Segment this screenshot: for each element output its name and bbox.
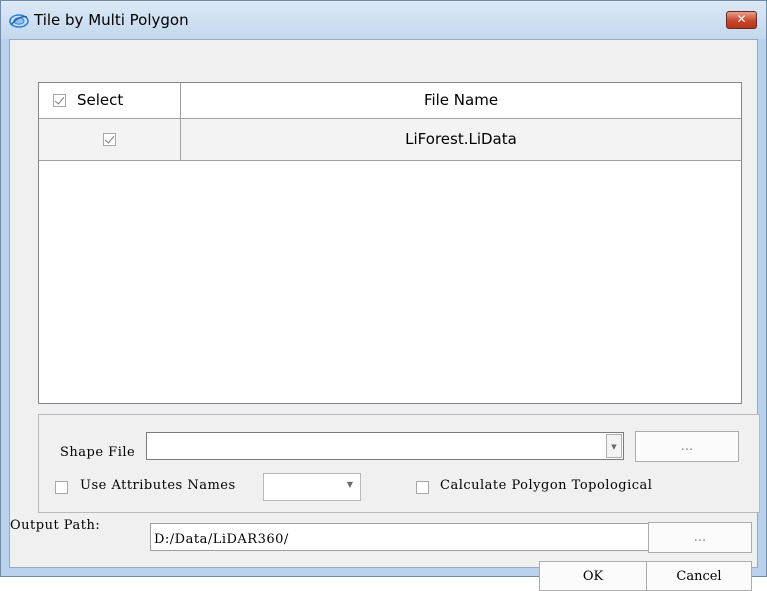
column-header-select[interactable]: Select	[39, 83, 181, 118]
lidar-app-icon	[9, 14, 29, 28]
column-select-label: Select	[77, 91, 124, 109]
ok-button[interactable]: OK	[539, 561, 647, 591]
cancel-button[interactable]: Cancel	[646, 561, 752, 591]
calculate-topology-label: Calculate Polygon Topological	[440, 478, 653, 493]
row-select-cell	[39, 119, 181, 160]
file-table: Select File Name LiForest.LiData	[38, 82, 742, 404]
output-path-input[interactable]: D:/Data/LiDAR360/	[150, 523, 655, 551]
shape-file-group: Shape File ▼ ... Use Attributes Names ▼ …	[38, 414, 760, 513]
close-button[interactable]: ✕	[726, 11, 757, 29]
use-attributes-checkbox[interactable]	[55, 481, 68, 494]
output-path-browse-button[interactable]: ...	[648, 522, 752, 553]
attribute-names-combo[interactable]: ▼	[263, 473, 361, 501]
select-all-checkbox[interactable]	[53, 94, 66, 107]
dialog-body: Select File Name LiForest.LiData Shape F…	[9, 39, 760, 591]
table-header: Select File Name	[39, 83, 741, 119]
calculate-topology-checkbox[interactable]	[416, 481, 429, 494]
output-path-label: Output Path:	[10, 518, 101, 533]
title-bar[interactable]: Tile by Multi Polygon ✕	[1, 1, 766, 39]
table-row[interactable]: LiForest.LiData	[39, 119, 741, 161]
chevron-down-icon[interactable]: ▼	[606, 434, 622, 458]
row-checkbox[interactable]	[103, 133, 116, 146]
dialog-window: Tile by Multi Polygon ✕ Select File Name…	[0, 0, 767, 591]
close-icon: ✕	[736, 12, 747, 26]
output-path-value: D:/Data/LiDAR360/	[154, 532, 289, 547]
dialog-title: Tile by Multi Polygon	[34, 11, 189, 29]
row-file-name: LiForest.LiData	[405, 130, 517, 148]
shape-file-combo[interactable]: ▼	[146, 432, 624, 460]
use-attributes-label: Use Attributes Names	[80, 478, 236, 493]
column-file-name-label: File Name	[423, 91, 499, 109]
column-header-file-name[interactable]: File Name	[181, 83, 741, 118]
shape-file-browse-button[interactable]: ...	[635, 431, 739, 462]
shape-file-label: Shape File	[60, 445, 136, 460]
chevron-down-icon[interactable]: ▼	[347, 480, 353, 489]
